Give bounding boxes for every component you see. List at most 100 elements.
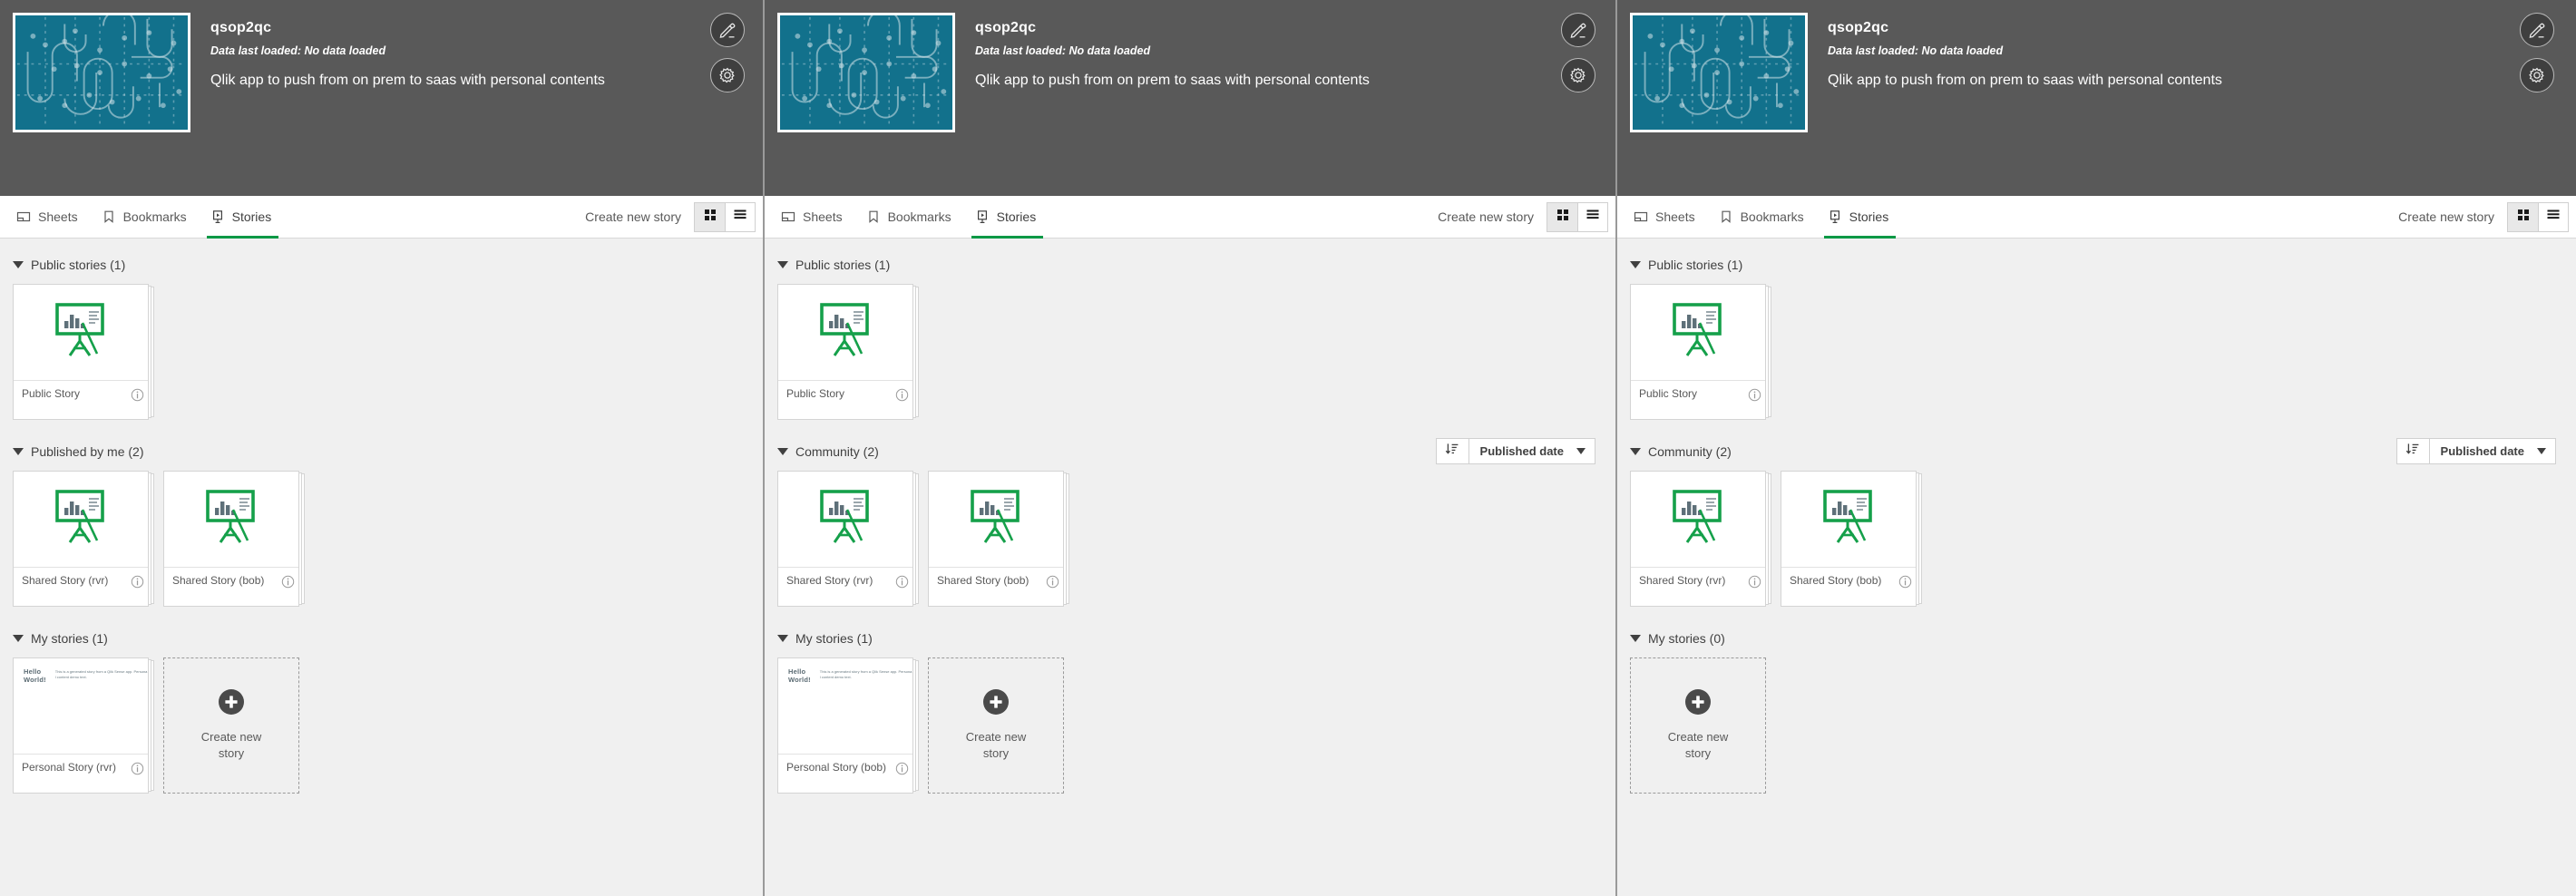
sort-field-dropdown[interactable]: Published date (1469, 439, 1595, 463)
plus-icon (1685, 689, 1711, 716)
info-icon[interactable] (131, 575, 144, 593)
info-icon[interactable] (1748, 575, 1761, 593)
story-card[interactable]: Shared Story (rvr) (13, 471, 149, 607)
app-thumbnail (1630, 13, 1808, 132)
caret-down-icon[interactable] (13, 261, 24, 268)
create-new-story-card[interactable]: Create new story (1630, 657, 1766, 794)
story-card[interactable]: Shared Story (bob) (163, 471, 299, 607)
info-icon[interactable] (1046, 575, 1059, 593)
list-view-button[interactable] (2538, 202, 2568, 231)
easel-chart-icon (1667, 488, 1729, 550)
easel-chart-icon (815, 301, 876, 364)
edit-app-button[interactable] (2520, 13, 2554, 47)
card-grid: Public Story (1630, 284, 2563, 436)
info-icon[interactable] (281, 575, 295, 593)
info-icon[interactable] (895, 762, 909, 780)
caret-down-icon[interactable] (13, 448, 24, 455)
easel-chart-icon (1667, 301, 1729, 364)
story-card[interactable]: Shared Story (rvr) (1630, 471, 1766, 607)
edit-app-button[interactable] (1561, 13, 1595, 47)
stories-content: Public stories (1) Public Story Community … (765, 239, 1615, 896)
chevron-down-icon (1576, 448, 1586, 454)
info-icon[interactable] (895, 388, 909, 406)
info-icon[interactable] (131, 388, 144, 406)
sort-field-label: Published date (2440, 444, 2524, 458)
app-settings-button[interactable] (1561, 58, 1595, 93)
section-header: My stories (1) (13, 627, 750, 650)
tab-stories[interactable]: Stories (206, 196, 292, 239)
caret-down-icon[interactable] (777, 261, 788, 268)
sheet-icon (781, 209, 795, 224)
story-card[interactable]: Public Story (777, 284, 913, 420)
info-icon[interactable] (895, 575, 909, 593)
caret-down-icon[interactable] (1630, 448, 1641, 455)
story-card[interactable]: Public Story (1630, 284, 1766, 420)
story-card[interactable]: Shared Story (rvr) (777, 471, 913, 607)
app-title: qsop2qc (975, 20, 1037, 35)
story-thumbnail (929, 472, 1063, 568)
create-new-story-link[interactable]: Create new story (1438, 209, 1534, 224)
tab-list: Sheets Bookmarks Stories (13, 196, 291, 239)
info-icon[interactable] (1748, 388, 1761, 406)
list-view-button[interactable] (1577, 202, 1607, 231)
section-title: Community (2) (1648, 444, 1732, 459)
create-new-story-link[interactable]: Create new story (2398, 209, 2494, 224)
app-settings-button[interactable] (710, 58, 745, 93)
story-card-wrapper: Shared Story (bob) (928, 471, 1069, 607)
sort-field-dropdown[interactable]: Published date (2430, 439, 2555, 463)
info-icon[interactable] (131, 762, 144, 780)
story-card-footer: Public Story (1631, 381, 1765, 419)
tab-bookmarks[interactable]: Bookmarks (863, 196, 971, 239)
card-grid: Hello World! This is a generated story fr… (777, 657, 1603, 810)
app-header: qsop2qc Data last loaded: No data loaded Q… (1617, 0, 2576, 196)
create-new-story-link[interactable]: Create new story (585, 209, 681, 224)
grid-view-button[interactable] (695, 202, 725, 231)
card-grid: Shared Story (rvr) Shared Story (bob) (13, 471, 750, 623)
story-card-wrapper: Hello World! This is a generated story fr… (777, 657, 919, 794)
tab-stories[interactable]: Stories (971, 196, 1057, 239)
caret-down-icon[interactable] (1630, 261, 1641, 268)
create-new-story-card[interactable]: Create new story (163, 657, 299, 794)
section-header: Public stories (1) (13, 253, 750, 277)
tab-bookmarks[interactable]: Bookmarks (98, 196, 207, 239)
section-title: My stories (1) (795, 631, 873, 646)
grid-view-button[interactable] (2508, 202, 2538, 231)
caret-down-icon[interactable] (13, 635, 24, 642)
grid-view-button[interactable] (1547, 202, 1577, 231)
app-description: Qlik app to push from on prem to saas wi… (210, 73, 605, 88)
story-card[interactable]: Hello World! This is a generated story fr… (13, 657, 149, 794)
caret-down-icon[interactable] (777, 448, 788, 455)
app-thumbnail (777, 13, 955, 132)
section: Community (2) Published date Shared Story … (765, 438, 1615, 623)
section-header: Published by me (2) (13, 440, 750, 463)
tab-sheets[interactable]: Sheets (13, 196, 98, 239)
tab-bookmarks[interactable]: Bookmarks (1715, 196, 1824, 239)
edit-app-button[interactable] (710, 13, 745, 47)
story-card[interactable]: Public Story (13, 284, 149, 420)
story-name: Personal Story (bob) (786, 761, 887, 774)
sort-direction-button[interactable] (1437, 439, 1469, 463)
create-new-story-card[interactable]: Create new story (928, 657, 1064, 794)
bookmark-icon (102, 209, 116, 224)
story-icon (975, 209, 990, 224)
tab-sheets[interactable]: Sheets (777, 196, 863, 239)
info-icon[interactable] (1898, 575, 1912, 593)
story-card[interactable]: Shared Story (bob) (1781, 471, 1917, 607)
caret-down-icon[interactable] (777, 635, 788, 642)
story-card-wrapper: Shared Story (bob) (163, 471, 305, 607)
sort-direction-button[interactable] (2397, 439, 2430, 463)
section-title: Public stories (1) (1648, 258, 1743, 272)
story-card[interactable]: Shared Story (bob) (928, 471, 1064, 607)
story-card[interactable]: Hello World! This is a generated story fr… (777, 657, 913, 794)
list-view-button[interactable] (725, 202, 755, 231)
app-settings-button[interactable] (2520, 58, 2554, 93)
section-title: My stories (1) (31, 631, 108, 646)
app-last-loaded: Data last loaded: No data loaded (1828, 44, 2004, 57)
caret-down-icon[interactable] (1630, 635, 1641, 642)
section-header: Community (2) Published date (1630, 438, 2563, 464)
tab-stories[interactable]: Stories (1823, 196, 1909, 239)
story-name: Public Story (1639, 387, 1698, 400)
tab-label: Sheets (803, 209, 843, 224)
tab-sheets[interactable]: Sheets (1630, 196, 1715, 239)
story-card-wrapper: Public Story (1630, 284, 1771, 420)
